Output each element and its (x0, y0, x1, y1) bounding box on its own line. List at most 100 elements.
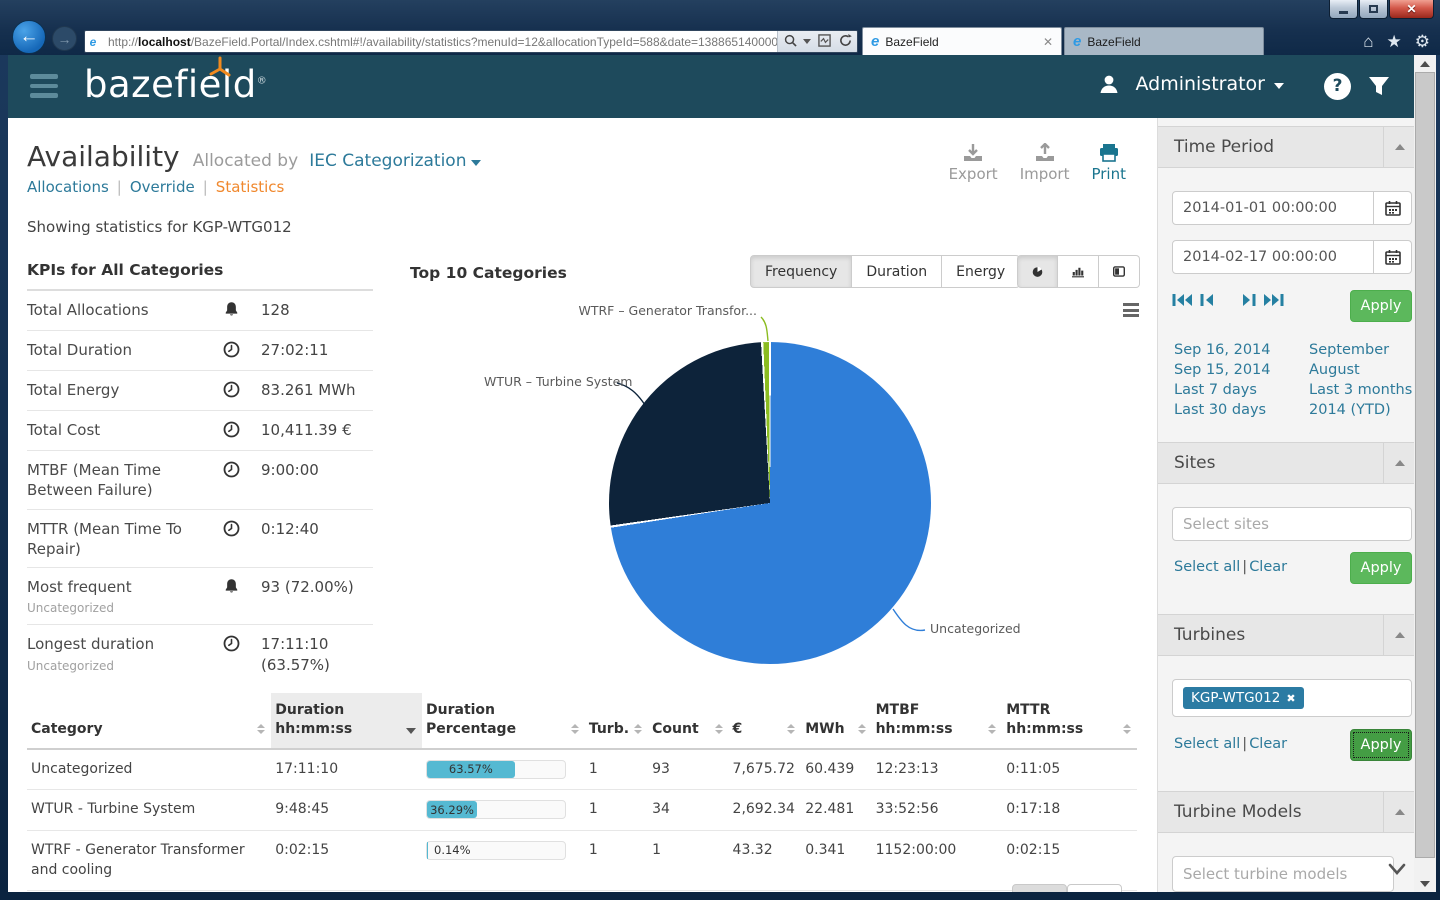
column-header-3[interactable]: Turb. (584, 693, 649, 750)
nav-link-statistics[interactable]: Statistics (216, 178, 285, 196)
quick-link[interactable]: Sep 15, 2014 (1174, 360, 1271, 380)
browser-tab-inactive[interactable]: e BazeField (1064, 27, 1264, 55)
scrollbar-thumb[interactable] (1415, 72, 1435, 858)
import-button[interactable]: Import (1020, 143, 1069, 183)
quick-link[interactable]: Sep 16, 2014 (1174, 340, 1271, 360)
skip-first-icon[interactable] (1172, 292, 1193, 308)
collapse-chevron-icon[interactable] (1383, 792, 1415, 832)
turbine-models-select-input[interactable]: Select turbine models (1172, 856, 1394, 892)
nav-link-allocations[interactable]: Allocations (27, 178, 109, 196)
column-header-7[interactable]: MTBF hh:mm:ss (871, 693, 1003, 750)
browser-tab-active[interactable]: e BazeField ✕ (862, 27, 1062, 55)
scrollbar-up-icon[interactable] (1414, 55, 1436, 72)
progress-label: 0.14% (434, 843, 471, 858)
sites-placeholder: Select sites (1183, 515, 1269, 533)
pagination-button[interactable] (1067, 884, 1122, 892)
quick-link[interactable]: September (1309, 340, 1412, 360)
sites-select-all-link[interactable]: Select all (1174, 559, 1240, 575)
chevron-down-icon[interactable] (1388, 862, 1406, 880)
pagination-button[interactable] (1012, 884, 1067, 892)
settings-gear-icon[interactable]: ⚙ (1415, 32, 1430, 52)
tab-close-icon[interactable]: ✕ (1043, 35, 1053, 49)
filter-icon[interactable] (1366, 73, 1392, 103)
pie-chart[interactable] (609, 342, 931, 664)
calendar-icon[interactable] (1374, 240, 1412, 274)
table-row: WTUR - Turbine System 9:48:45 36.29% 1 34 2,6… (27, 789, 1137, 831)
remove-tag-icon[interactable]: ✖ (1286, 692, 1295, 705)
collapse-chevron-icon[interactable] (1383, 127, 1415, 167)
duration-percentage-cell: 36.29% (422, 789, 585, 831)
next-period-icon[interactable] (1241, 292, 1256, 308)
address-bar[interactable]: e http://localhost/BazeField.Portal/Inde… (84, 30, 858, 53)
metric-button-duration[interactable]: Duration (852, 255, 943, 288)
sites-apply-button[interactable]: Apply (1350, 552, 1412, 584)
metric-button-frequency[interactable]: Frequency (750, 255, 853, 288)
refresh-icon[interactable] (837, 33, 853, 50)
time-period-section-header[interactable]: Time Period (1158, 126, 1415, 168)
kpi-row: Most frequent Uncategorized 93 (72.00%) (27, 568, 373, 626)
clock-icon (223, 420, 261, 442)
chart-panel: Top 10 Categories Frequency Duration Energ… (403, 255, 1143, 693)
chart-type-toggle-group (1017, 255, 1140, 288)
turbines-select-all-link[interactable]: Select all (1174, 736, 1240, 752)
allocated-by-label: Allocated by (192, 151, 299, 171)
scrollbar-down-icon[interactable] (1414, 875, 1436, 892)
page-scrollbar[interactable] (1414, 55, 1436, 892)
column-header-6[interactable]: MWh (801, 693, 872, 750)
menu-hamburger-icon[interactable] (30, 74, 58, 100)
chart-context-menu-icon[interactable] (1123, 303, 1139, 320)
collapse-chevron-icon[interactable] (1383, 615, 1415, 655)
turbines-clear-link[interactable]: Clear (1249, 736, 1287, 752)
previous-period-icon[interactable] (1200, 292, 1215, 308)
address-dropdown-icon[interactable] (803, 39, 811, 44)
table-cell: WTRF - Generator Transformer and cooling (27, 830, 272, 892)
export-button[interactable]: Export (949, 143, 998, 183)
nav-link-override[interactable]: Override (130, 178, 195, 196)
home-icon[interactable]: ⌂ (1363, 32, 1373, 52)
compatibility-view-icon[interactable] (816, 33, 832, 50)
quick-link[interactable]: 2014 (YTD) (1309, 400, 1412, 420)
ie-favicon: e (1073, 33, 1082, 50)
quick-link[interactable]: Last 7 days (1174, 380, 1271, 400)
column-chart-type-button[interactable] (1058, 255, 1099, 288)
column-header-2[interactable]: Duration Percentage (422, 693, 585, 750)
allocation-type-dropdown[interactable]: IEC Categorization (309, 151, 466, 171)
date-to-input[interactable] (1172, 240, 1374, 274)
sites-section-header[interactable]: Sites (1158, 442, 1415, 484)
calendar-icon[interactable] (1374, 191, 1412, 225)
maximize-button[interactable] (1359, 0, 1388, 19)
browser-back-button[interactable]: ← (12, 20, 46, 54)
turbines-apply-button[interactable]: Apply (1350, 729, 1412, 761)
print-button[interactable]: Print (1091, 143, 1126, 183)
help-icon[interactable]: ? (1324, 73, 1351, 100)
sites-clear-link[interactable]: Clear (1249, 559, 1287, 575)
turbines-section-header[interactable]: Turbines (1158, 614, 1415, 656)
column-header-5[interactable]: € (728, 693, 802, 750)
close-window-button[interactable]: ✕ (1389, 0, 1434, 19)
quick-link[interactable]: Last 30 days (1174, 400, 1271, 420)
search-icon[interactable] (782, 34, 798, 50)
browser-forward-button[interactable]: → (52, 26, 77, 51)
turbines-select-input[interactable]: KGP-WTG012 ✖ (1172, 679, 1412, 717)
time-period-apply-button[interactable]: Apply (1350, 290, 1412, 322)
user-menu[interactable]: Administrator (1097, 72, 1284, 96)
kpi-label: Total Cost (27, 421, 101, 439)
column-header-1[interactable]: Duration hh:mm:ss (271, 693, 422, 750)
quick-link[interactable]: Last 3 months (1309, 380, 1412, 400)
column-header-4[interactable]: Count (648, 693, 729, 750)
skip-last-icon[interactable] (1263, 292, 1284, 308)
table-cell: 0:02:15 (271, 830, 422, 892)
minimize-button[interactable] (1329, 0, 1358, 19)
metric-button-energy[interactable]: Energy (942, 255, 1021, 288)
sites-select-input[interactable]: Select sites (1172, 507, 1412, 541)
columnrange-chart-type-button[interactable] (1099, 255, 1140, 288)
date-from-input[interactable] (1172, 191, 1374, 225)
quick-link[interactable]: August (1309, 360, 1412, 380)
column-header-8[interactable]: MTTR hh:mm:ss (1002, 693, 1137, 750)
column-header-0[interactable]: Category (27, 693, 272, 750)
brand-trademark: ® (256, 75, 268, 87)
favorites-star-icon[interactable]: ★ (1387, 32, 1402, 52)
collapse-chevron-icon[interactable] (1383, 443, 1415, 483)
turbine-models-section-header[interactable]: Turbine Models (1158, 791, 1415, 833)
pie-chart-type-button[interactable] (1017, 255, 1058, 288)
